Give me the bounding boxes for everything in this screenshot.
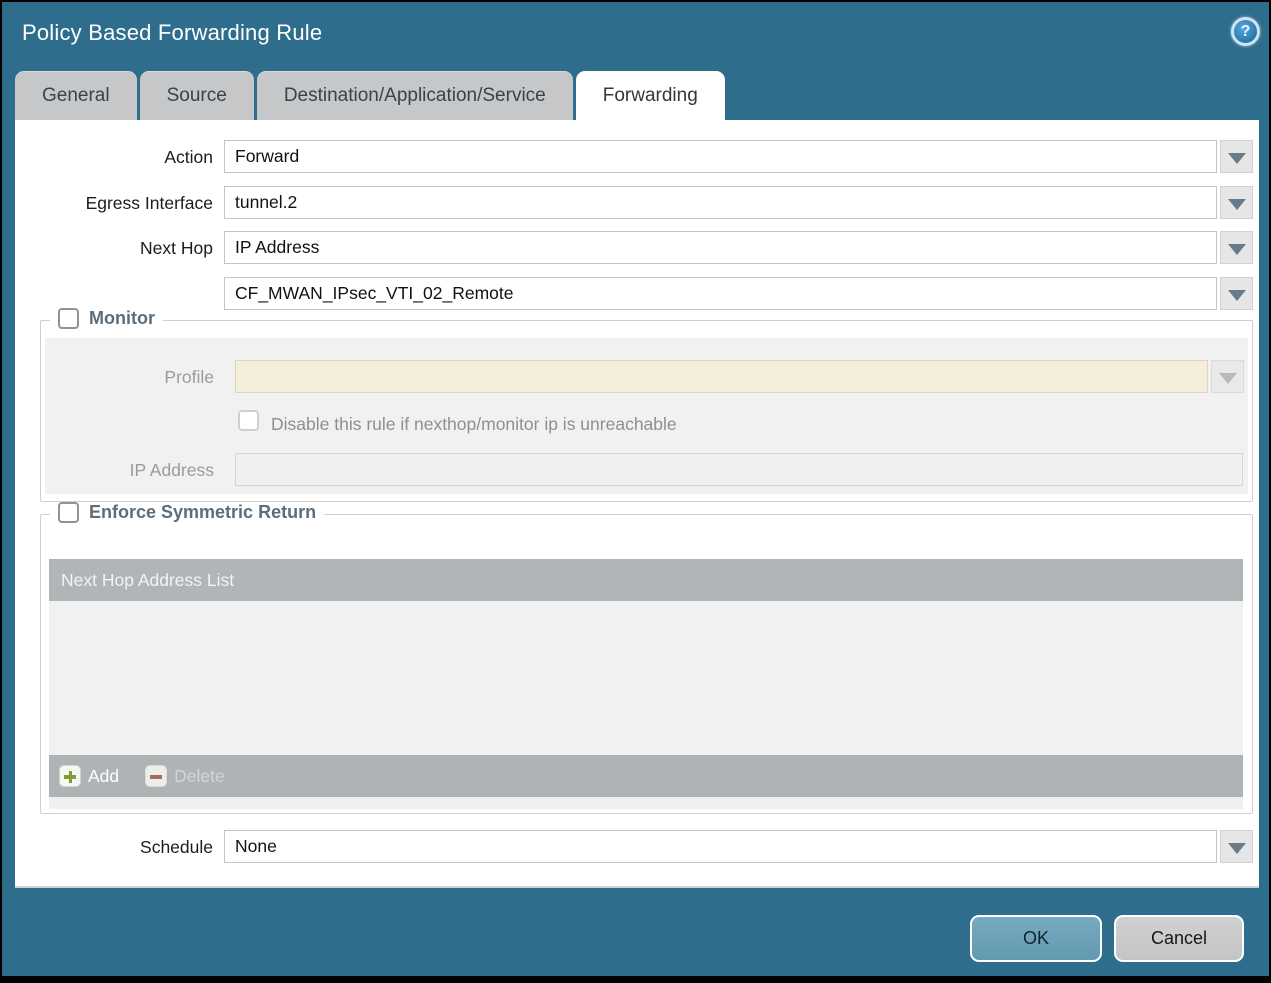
- delete-minus-icon: [145, 765, 167, 787]
- profile-dropdown-icon: [1211, 360, 1244, 393]
- monitor-ip-address-input: [235, 453, 1243, 486]
- enforce-symmetric-return-section: Enforce Symmetric Return Next Hop Addres…: [40, 514, 1253, 814]
- add-button-label: Add: [88, 766, 119, 787]
- monitor-legend-label: Monitor: [89, 308, 155, 329]
- schedule-label: Schedule: [15, 837, 213, 858]
- egress-interface-label: Egress Interface: [15, 193, 213, 214]
- monitor-ip-address-label: IP Address: [41, 460, 214, 481]
- schedule-dropdown-icon[interactable]: [1220, 830, 1253, 863]
- dialog-title: Policy Based Forwarding Rule: [22, 20, 322, 46]
- next-hop-address-list-table: Next Hop Address List Add Delete: [49, 559, 1243, 809]
- action-select[interactable]: Forward: [224, 140, 1217, 173]
- next-hop-address-list-header: Next Hop Address List: [49, 559, 1243, 601]
- tab-source[interactable]: Source: [140, 71, 254, 120]
- next-hop-label: Next Hop: [15, 238, 213, 259]
- next-hop-type-dropdown-icon[interactable]: [1220, 231, 1253, 264]
- cancel-button[interactable]: Cancel: [1114, 915, 1244, 962]
- monitor-section: Monitor Profile Disable this rule if nex…: [40, 320, 1253, 502]
- policy-based-forwarding-dialog: Policy Based Forwarding Rule ? General S…: [0, 0, 1271, 983]
- egress-interface-select[interactable]: tunnel.2: [224, 186, 1217, 219]
- next-hop-address-list-body[interactable]: [49, 601, 1243, 755]
- egress-interface-dropdown-icon[interactable]: [1220, 186, 1253, 219]
- action-dropdown-icon[interactable]: [1220, 140, 1253, 173]
- disable-rule-label: Disable this rule if nexthop/monitor ip …: [271, 414, 677, 435]
- table-bottom-strip: [49, 797, 1243, 809]
- add-plus-icon: [59, 765, 81, 787]
- tab-general[interactable]: General: [15, 71, 137, 120]
- add-button[interactable]: Add: [59, 765, 119, 787]
- delete-button[interactable]: Delete: [145, 765, 225, 787]
- tab-bar: General Source Destination/Application/S…: [15, 71, 725, 120]
- enforce-symmetric-return-checkbox[interactable]: [58, 502, 79, 523]
- action-label: Action: [15, 147, 213, 168]
- next-hop-address-select[interactable]: CF_MWAN_IPsec_VTI_02_Remote: [224, 277, 1217, 310]
- profile-label: Profile: [41, 367, 214, 388]
- enforce-symmetric-return-legend-label: Enforce Symmetric Return: [89, 502, 316, 523]
- monitor-legend: Monitor: [50, 308, 163, 329]
- tab-destination-application-service[interactable]: Destination/Application/Service: [257, 71, 573, 120]
- profile-select[interactable]: [235, 360, 1208, 393]
- tab-forwarding[interactable]: Forwarding: [576, 71, 725, 121]
- next-hop-address-list-toolbar: Add Delete: [49, 755, 1243, 797]
- ok-button[interactable]: OK: [970, 915, 1102, 962]
- help-icon[interactable]: ?: [1231, 17, 1260, 46]
- enforce-symmetric-return-legend: Enforce Symmetric Return: [50, 502, 324, 523]
- next-hop-type-select[interactable]: IP Address: [224, 231, 1217, 264]
- forwarding-tab-panel: Action Forward Egress Interface tunnel.2…: [15, 120, 1259, 888]
- next-hop-address-dropdown-icon[interactable]: [1220, 277, 1253, 310]
- schedule-select[interactable]: None: [224, 830, 1217, 863]
- disable-rule-checkbox[interactable]: [238, 410, 259, 431]
- delete-button-label: Delete: [174, 766, 225, 787]
- monitor-checkbox[interactable]: [58, 308, 79, 329]
